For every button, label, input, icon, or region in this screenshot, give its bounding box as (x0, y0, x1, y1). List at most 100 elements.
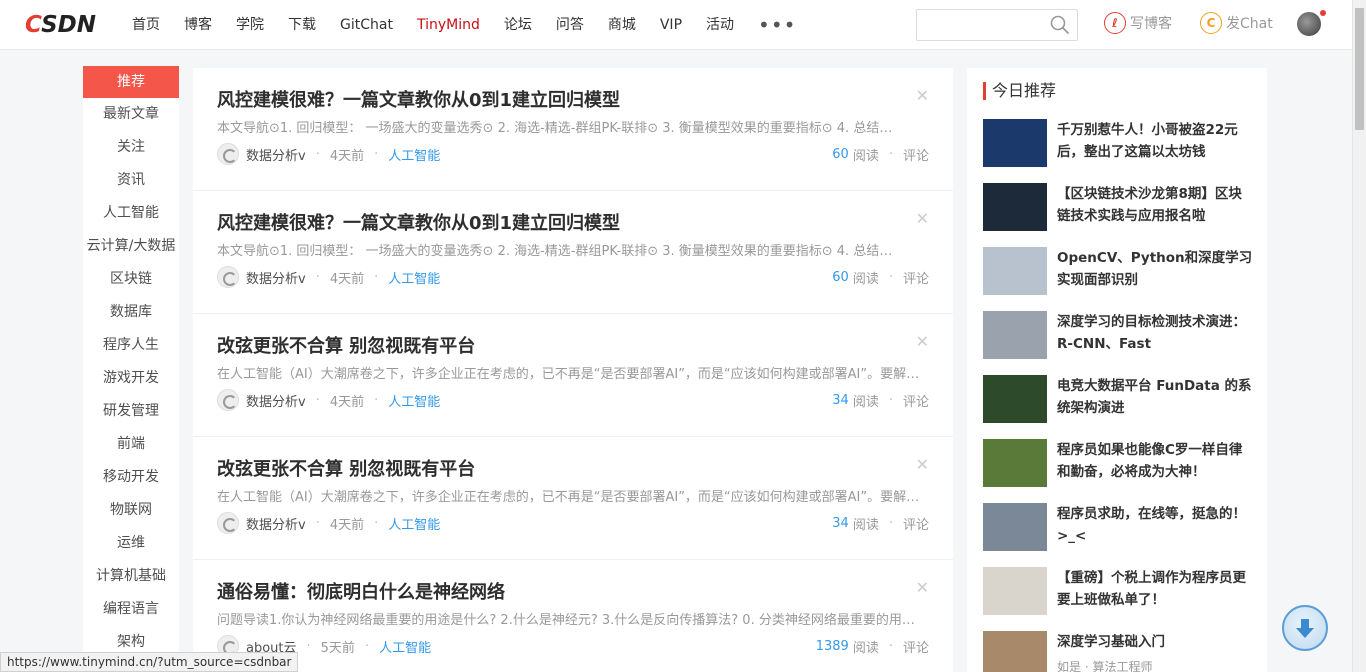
nav-item[interactable]: 论坛 (492, 0, 544, 50)
recommend-thumbnail[interactable] (983, 311, 1047, 359)
write-blog-button[interactable]: ℓ 写博客 (1104, 12, 1172, 34)
close-icon[interactable]: ✕ (916, 86, 929, 105)
close-icon[interactable]: ✕ (916, 578, 929, 597)
recommend-text[interactable]: OpenCV、Python和深度学习实现面部识别 (1057, 247, 1253, 295)
recommend-text[interactable]: 千万别惹牛人！小哥被盗22元后，整出了这篇以太坊钱 (1057, 119, 1253, 167)
recommend-item[interactable]: 电竞大数据平台 FunData 的系统架构演进 (983, 375, 1253, 423)
nav-item[interactable]: 活动 (694, 0, 746, 50)
sidebar-item[interactable]: 最新文章 (83, 98, 179, 131)
sidebar-item[interactable]: 人工智能 (83, 197, 179, 230)
recommend-thumbnail[interactable] (983, 503, 1047, 551)
sidebar-item[interactable]: 区块链 (83, 263, 179, 296)
article-tag[interactable]: 人工智能 (379, 637, 431, 656)
sidebar-item[interactable]: 资讯 (83, 164, 179, 197)
article-tag[interactable]: 人工智能 (388, 145, 440, 164)
recommend-thumbnail[interactable] (983, 567, 1047, 615)
article-card[interactable]: 改弦更张不合算 别忽视既有平台 ✕ 在人工智能（AI）大潮席卷之下，许多企业正在… (193, 314, 953, 437)
sidebar-item[interactable]: 游戏开发 (83, 362, 179, 395)
arrow-down-icon (1296, 619, 1314, 638)
recommend-text[interactable]: 深度学习的目标检测技术演进：R-CNN、Fast (1057, 311, 1253, 359)
article-title[interactable]: 改弦更张不合算 别忽视既有平台 (217, 332, 475, 358)
close-icon[interactable]: ✕ (916, 455, 929, 474)
nav-item[interactable]: TinyMind (405, 0, 492, 50)
recommend-thumbnail[interactable] (983, 631, 1047, 672)
recommend-text[interactable]: 程序员求助，在线等，挺急的！>_< (1057, 503, 1253, 551)
sidebar-item[interactable]: 程序人生 (83, 329, 179, 362)
sidebar-item[interactable]: 移动开发 (83, 461, 179, 494)
recommend-item[interactable]: 程序员如果也能像C罗一样自律和勤奋，必将成为大神！ (983, 439, 1253, 487)
recommend-thumbnail[interactable] (983, 375, 1047, 423)
author-name[interactable]: 数据分析v (246, 514, 306, 533)
author-avatar[interactable] (217, 143, 239, 165)
article-tag[interactable]: 人工智能 (388, 514, 440, 533)
sidebar-item[interactable]: 物联网 (83, 494, 179, 527)
recommend-item[interactable]: 千万别惹牛人！小哥被盗22元后，整出了这篇以太坊钱 (983, 119, 1253, 167)
csdn-logo[interactable]: CSDN (25, 12, 96, 38)
separator-dot: · (888, 269, 893, 285)
author-name[interactable]: 数据分析v (246, 145, 306, 164)
sidebar-item[interactable]: 关注 (83, 131, 179, 164)
recommend-item[interactable]: 深度学习的目标检测技术演进：R-CNN、Fast (983, 311, 1253, 359)
nav-item[interactable]: 博客 (172, 0, 224, 50)
nav-item[interactable]: VIP (648, 0, 694, 50)
recommend-text[interactable]: 【重磅】个税上调作为程序员更要上班做私单了！ (1057, 567, 1253, 615)
author-avatar[interactable] (217, 512, 239, 534)
article-card[interactable]: 风控建模很难？一篇文章教你从0到1建立回归模型 ✕ 本文导航⊙1. 回归模型： … (193, 191, 953, 314)
recommend-item[interactable]: 【重磅】个税上调作为程序员更要上班做私单了！ (983, 567, 1253, 615)
nav-item[interactable]: 下载 (276, 0, 328, 50)
author-avatar[interactable] (217, 389, 239, 411)
close-icon[interactable]: ✕ (916, 209, 929, 228)
article-tag[interactable]: 人工智能 (388, 268, 440, 287)
publish-chat-button[interactable]: C 发Chat (1200, 12, 1273, 34)
comment-link[interactable]: 评论 (903, 391, 929, 410)
more-menu-icon[interactable]: ••• (746, 2, 808, 48)
close-icon[interactable]: ✕ (916, 332, 929, 351)
nav-item[interactable]: GitChat (328, 0, 405, 50)
sidebar-item[interactable]: 研发管理 (83, 395, 179, 428)
article-tag[interactable]: 人工智能 (388, 391, 440, 410)
recommend-text[interactable]: 程序员如果也能像C罗一样自律和勤奋，必将成为大神！ (1057, 439, 1253, 487)
nav-item[interactable]: 首页 (120, 0, 172, 50)
comment-link[interactable]: 评论 (903, 637, 929, 656)
recommend-thumbnail[interactable] (983, 119, 1047, 167)
author-name[interactable]: 数据分析v (246, 268, 306, 287)
comment-link[interactable]: 评论 (903, 514, 929, 533)
author-name[interactable]: 数据分析v (246, 391, 306, 410)
recommend-text[interactable]: 【区块链技术沙龙第8期】区块链技术实践与应用报名啦 (1057, 183, 1253, 231)
sidebar-item[interactable]: 推荐 (83, 66, 179, 98)
comment-link[interactable]: 评论 (903, 145, 929, 164)
comment-link[interactable]: 评论 (903, 268, 929, 287)
article-title[interactable]: 改弦更张不合算 别忽视既有平台 (217, 455, 475, 481)
recommend-item[interactable]: OpenCV、Python和深度学习实现面部识别 (983, 247, 1253, 295)
scroll-down-button[interactable] (1282, 605, 1328, 651)
nav-item[interactable]: 学院 (224, 0, 276, 50)
sidebar-item[interactable]: 云计算/大数据 (83, 230, 179, 263)
search-box[interactable] (916, 9, 1078, 41)
scrollbar-thumb[interactable] (1355, 8, 1364, 130)
nav-item[interactable]: 问答 (544, 0, 596, 50)
recommend-item[interactable]: 程序员求助，在线等，挺急的！>_< (983, 503, 1253, 551)
sidebar-item[interactable]: 运维 (83, 527, 179, 560)
read-count: 34 (832, 392, 849, 408)
sidebar-item[interactable]: 数据库 (83, 296, 179, 329)
sidebar-item[interactable]: 编程语言 (83, 593, 179, 626)
nav-item[interactable]: 商城 (596, 0, 648, 50)
sidebar-item[interactable]: 前端 (83, 428, 179, 461)
sidebar-item[interactable]: 计算机基础 (83, 560, 179, 593)
article-card[interactable]: 通俗易懂：彻底明白什么是神经网络 ✕ 问题导读1.你认为神经网络最重要的用途是什… (193, 560, 953, 672)
article-title[interactable]: 风控建模很难？一篇文章教你从0到1建立回归模型 (217, 209, 620, 235)
recommend-thumbnail[interactable] (983, 247, 1047, 295)
author-avatar[interactable] (217, 266, 239, 288)
recommend-thumbnail[interactable] (983, 439, 1047, 487)
article-title[interactable]: 通俗易懂：彻底明白什么是神经网络 (217, 578, 505, 604)
recommend-text[interactable]: 电竞大数据平台 FunData 的系统架构演进 (1057, 375, 1253, 423)
page-scrollbar[interactable] (1352, 0, 1366, 672)
article-card[interactable]: 改弦更张不合算 别忽视既有平台 ✕ 在人工智能（AI）大潮席卷之下，许多企业正在… (193, 437, 953, 560)
article-card[interactable]: 风控建模很难？一篇文章教你从0到1建立回归模型 ✕ 本文导航⊙1. 回归模型： … (193, 68, 953, 191)
search-input[interactable] (917, 10, 1045, 40)
search-icon[interactable] (1049, 14, 1071, 36)
recommend-thumbnail[interactable] (983, 183, 1047, 231)
recommend-item[interactable]: 【区块链技术沙龙第8期】区块链技术实践与应用报名啦 (983, 183, 1253, 231)
article-title[interactable]: 风控建模很难？一篇文章教你从0到1建立回归模型 (217, 86, 620, 112)
user-avatar[interactable] (1297, 12, 1321, 36)
